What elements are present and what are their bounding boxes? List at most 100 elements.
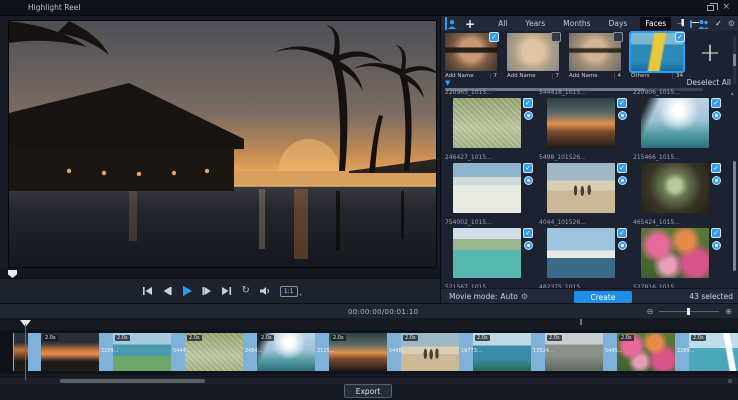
media-cell[interactable]: 4044_101526... ✓ [537, 219, 631, 284]
tab-days[interactable]: Days [604, 17, 633, 30]
timeline-clip[interactable]: 2.0s [617, 333, 675, 371]
timeline-clip[interactable]: 2.0s [185, 333, 243, 371]
media-thumbnail[interactable] [453, 163, 521, 213]
media-filename: 215466_1015... [631, 154, 725, 163]
media-thumbnail[interactable] [547, 98, 615, 148]
media-cell[interactable]: 5498_101526... ✓ [537, 154, 631, 219]
jump-end-button[interactable] [221, 284, 232, 298]
face-checkbox-checked[interactable]: ✓ [489, 32, 499, 42]
timeline-gap[interactable]: 2464... [243, 333, 257, 371]
restore-icon[interactable] [707, 5, 714, 11]
media-checkbox-checked[interactable]: ✓ [711, 163, 721, 173]
scrollbar-end-button[interactable] [728, 379, 732, 383]
media-cell[interactable]: 246427_1015... ✓ [443, 154, 537, 219]
timeline-gap[interactable]: 5445... [603, 333, 617, 371]
media-checkbox-checked[interactable]: ✓ [617, 228, 627, 238]
media-cell[interactable]: 220906_1015... ✓ [631, 89, 725, 154]
media-thumbnail[interactable] [453, 98, 521, 148]
movie-mode-value[interactable]: Auto [500, 292, 517, 301]
media-thumbnail[interactable] [641, 228, 709, 278]
timeline-gap[interactable]: 19773... [459, 333, 473, 371]
slider-thumb[interactable] [681, 19, 684, 27]
media-grid: 220965_1015... ✓ 544418_1015... ✓ 220906… [443, 89, 735, 288]
export-button[interactable]: Export [344, 384, 392, 398]
create-button[interactable]: Create [574, 291, 632, 303]
face-checkbox-unchecked[interactable] [613, 32, 623, 42]
media-thumbnail[interactable] [641, 98, 709, 148]
loop-playback-icon[interactable]: ↻ [241, 284, 249, 298]
media-checkbox-checked[interactable]: ✓ [523, 163, 533, 173]
media-cell[interactable]: 215466_1015... ✓ [631, 154, 725, 219]
thumbnail-size-slider[interactable] [677, 23, 684, 24]
media-cell[interactable]: 465424_1015... ✓ [631, 219, 725, 284]
media-thumbnail[interactable] [453, 228, 521, 278]
media-checkbox-checked[interactable]: ✓ [523, 228, 533, 238]
zoom-in-icon[interactable]: ⊕ [725, 307, 732, 316]
gap-filename: 13524... [533, 348, 554, 354]
next-frame-button[interactable] [202, 284, 212, 298]
deselect-all-button[interactable]: Deselect All [687, 78, 735, 87]
media-cell[interactable]: 544418_1015... ✓ [537, 89, 631, 154]
clip-duration-badge: 2.0s [475, 335, 490, 341]
timeline-gap[interactable]: 2115... [315, 333, 329, 371]
timeline-gap[interactable]: 2289... [675, 333, 689, 371]
media-checkbox-checked[interactable]: ✓ [523, 98, 533, 108]
face-checkbox-unchecked[interactable] [551, 32, 561, 42]
timeline-clip[interactable]: 2.0s [41, 333, 99, 371]
tab-months[interactable]: Months [558, 17, 595, 30]
play-button[interactable] [181, 284, 193, 298]
media-thumbnail[interactable] [547, 163, 615, 213]
tab-years[interactable]: Years [520, 17, 550, 30]
close-icon[interactable]: × [722, 3, 730, 12]
media-checkbox-checked[interactable]: ✓ [617, 98, 627, 108]
video-indicator-icon [524, 111, 533, 120]
media-checkbox-checked[interactable]: ✓ [711, 98, 721, 108]
preview-seekbar[interactable] [0, 268, 440, 279]
grid-vertical-scrollbar[interactable]: ▴ [733, 91, 736, 286]
seek-marker[interactable] [8, 270, 17, 278]
zoom-out-icon[interactable]: ⊖ [647, 307, 654, 316]
timeline-clip[interactable]: 2.0s [113, 333, 171, 371]
timeline-clip[interactable]: 2.0s [401, 333, 459, 371]
media-checkbox-checked[interactable]: ✓ [617, 163, 627, 173]
playback-quality-selector[interactable]: 1:1 ▾ [280, 286, 298, 297]
add-face-button[interactable]: + [693, 33, 727, 73]
gap-filename: 19773... [461, 348, 482, 354]
movie-mode-gear-icon[interactable]: ⚙ [521, 292, 528, 301]
thumbnail-view-icon[interactable] [690, 20, 692, 28]
timeline-gap[interactable]: 5444... [171, 333, 185, 371]
timeline-gap[interactable]: 5498... [387, 333, 401, 371]
timeline-gap[interactable]: 2209... [99, 333, 113, 371]
volume-icon[interactable] [259, 284, 271, 298]
media-thumbnail[interactable] [641, 163, 709, 213]
jump-start-button[interactable] [142, 284, 153, 298]
clip-duration-badge: 2.0s [331, 335, 346, 341]
add-media-button[interactable]: + [463, 18, 477, 30]
previous-frame-button[interactable] [162, 284, 172, 298]
scrollbar-thumb[interactable] [60, 379, 205, 383]
person-filter-icon[interactable] [445, 17, 457, 30]
settings-gear-icon[interactable]: ⚙ [728, 19, 735, 29]
apply-check-icon[interactable]: ✓ [715, 19, 722, 29]
timeline-clip[interactable]: 2.0s [689, 333, 738, 371]
movie-mode-selector[interactable]: Movie mode: Auto ⚙ [441, 292, 528, 301]
app-window: Highlight Reel × [0, 0, 738, 400]
media-checkbox-checked[interactable]: ✓ [711, 228, 721, 238]
timeline-clip[interactable]: 2.0s [329, 333, 387, 371]
media-thumbnail[interactable] [547, 228, 615, 278]
timeline-zoom-slider[interactable] [659, 311, 719, 312]
tab-all[interactable]: All [493, 17, 512, 30]
video-preview[interactable] [8, 20, 437, 268]
media-cell[interactable]: 754002_1015... ✓ [443, 219, 537, 284]
splitter-handle[interactable] [580, 319, 582, 325]
tab-faces[interactable]: Faces [640, 17, 671, 30]
zoom-slider-thumb[interactable] [687, 308, 690, 315]
timeline-track[interactable]: 2.0s 2209... 2.0s 5444... 2.0s 2464... 2… [0, 330, 738, 374]
scroll-up-icon[interactable]: ▴ [731, 91, 734, 97]
faces-view-icon[interactable] [698, 17, 709, 31]
media-cell[interactable]: 220965_1015... ✓ [443, 89, 537, 154]
face-checkbox-checked[interactable]: ✓ [675, 32, 685, 42]
timeline-gap[interactable]: 13524... [531, 333, 545, 371]
timeline-clip[interactable]: 2.0s [257, 333, 315, 371]
collapse-faces-icon[interactable]: ▼ [445, 79, 450, 87]
